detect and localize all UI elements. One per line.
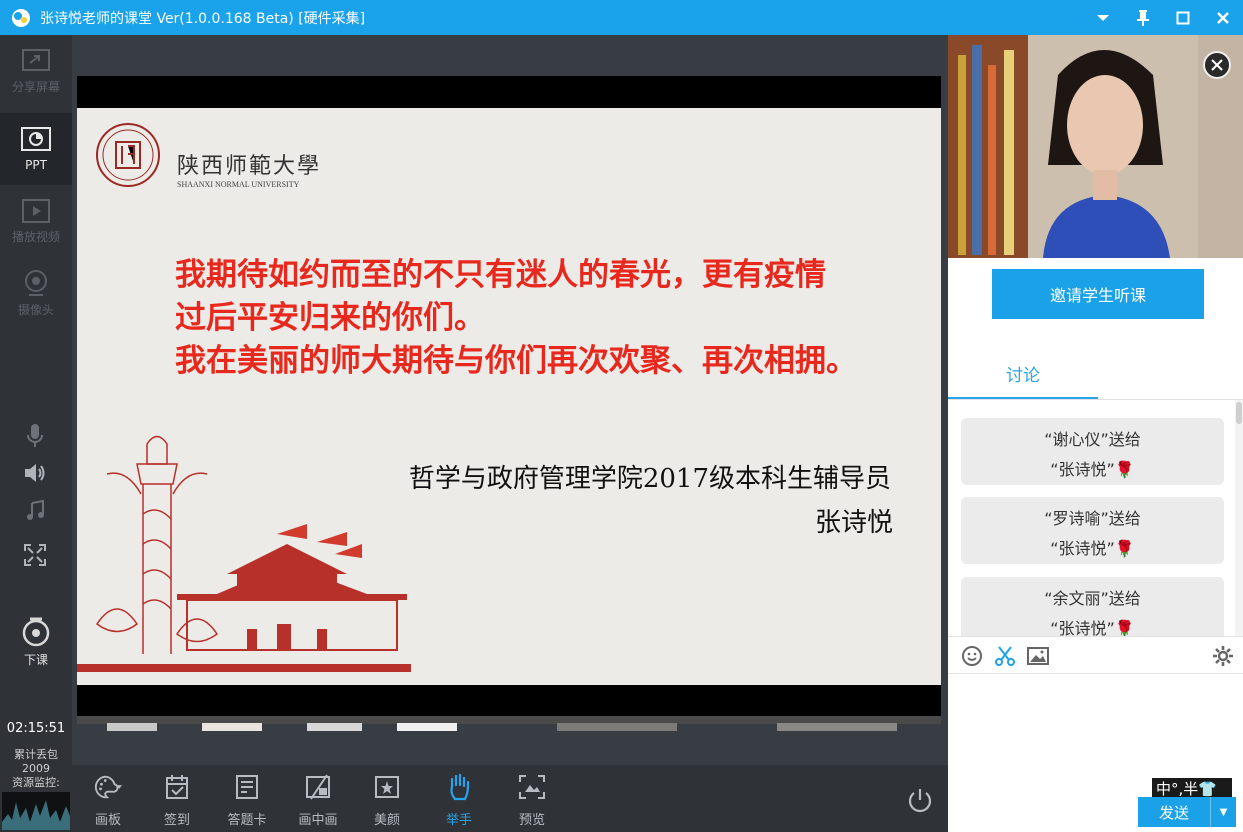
message-line: “罗诗喻”送给	[1044, 509, 1141, 528]
message-line: “张诗悦”🌹	[1050, 619, 1135, 636]
beauty-icon	[373, 773, 401, 801]
packet-loss-value: 2009	[22, 762, 50, 775]
close-icon[interactable]	[1203, 0, 1243, 35]
app-logo-icon	[10, 7, 32, 29]
speaker-icon[interactable]	[22, 460, 48, 486]
message-line: “张诗悦”🌹	[1050, 539, 1135, 558]
bottom-toolbar: 画板 签到 答题卡 画中画 美颜 举手 预览	[72, 765, 948, 832]
sidebar-item-play-video[interactable]: 播放视频	[0, 185, 72, 257]
quote-line: 我期待如约而至的不只有迷人的春光，更有疫情	[175, 257, 826, 293]
beauty-button[interactable]: 美颜	[357, 773, 417, 829]
camera-icon	[25, 269, 47, 296]
preview-button[interactable]: 预览	[502, 773, 562, 829]
tool-label: 答题卡	[227, 813, 267, 828]
image-icon[interactable]	[1026, 645, 1050, 667]
tool-label: 美颜	[373, 813, 400, 828]
checkin-icon	[163, 773, 191, 801]
share-screen-icon	[22, 48, 50, 71]
message-line: “余文丽”送给	[1044, 589, 1141, 608]
resource-monitor-graph	[2, 792, 70, 830]
emoji-icon[interactable]	[961, 645, 983, 667]
ppt-icon	[21, 127, 51, 151]
screenshot-scissors-icon[interactable]	[994, 645, 1016, 667]
play-video-icon	[22, 198, 50, 223]
sidebar-item-label: 摄像头	[17, 302, 54, 317]
university-logo: 陕西师範大學 SHAANXI NORMAL UNIVERSITY	[95, 122, 319, 192]
university-seal-icon	[96, 123, 160, 187]
tool-label: 签到	[163, 813, 190, 828]
teacher-camera-feed	[948, 35, 1243, 258]
close-icon	[1211, 59, 1223, 71]
raise-hand-button[interactable]: 举手	[429, 773, 489, 829]
preview-icon	[518, 773, 546, 801]
send-button[interactable]: 发送 ▼	[1138, 797, 1236, 827]
quote-line: 过后平安归来的你们。	[175, 300, 485, 336]
music-icon[interactable]	[22, 498, 48, 524]
end-class-button[interactable]: 下课	[0, 607, 72, 677]
settings-gear-icon[interactable]	[1212, 645, 1234, 667]
university-name-en: SHAANXI NORMAL UNIVERSITY	[177, 180, 300, 189]
tool-label: 画中画	[298, 813, 338, 828]
chat-message: “谢心仪”送给 “张诗悦”🌹	[961, 418, 1224, 485]
fullscreen-icon[interactable]	[22, 542, 48, 568]
maximize-icon[interactable]	[1163, 0, 1203, 35]
raise-hand-icon	[445, 773, 473, 801]
sidebar-item-label: 分享屏幕	[11, 79, 60, 94]
dropdown-icon[interactable]	[1083, 0, 1123, 35]
close-camera-button[interactable]	[1203, 51, 1231, 79]
microphone-icon[interactable]	[22, 423, 48, 449]
tool-label: 预览	[518, 813, 545, 828]
sidebar-item-share-screen[interactable]: 分享屏幕	[0, 35, 72, 107]
chat-scrollbar[interactable]	[1235, 400, 1243, 636]
slide-quote: 我期待如约而至的不只有迷人的春光，更有疫情 过后平安归来的你们。 我在美丽的师大…	[175, 254, 857, 383]
left-sidebar: 分享屏幕 PPT 播放视频 摄像头 下课 02:15:51 累计丢包 2009 …	[0, 35, 72, 832]
send-label: 发送	[1158, 803, 1189, 822]
university-name-cn: 陕西师範大學	[177, 154, 322, 179]
right-panel: 邀请学生听课 讨论 “谢心仪”送给 “张诗悦”🌹 “罗诗喻”送给 “张诗悦”🌹 …	[948, 35, 1243, 832]
tiananmen-illustration	[77, 435, 411, 672]
presentation-view: 陕西师範大學 SHAANXI NORMAL UNIVERSITY 我期待如约而至…	[77, 76, 941, 724]
end-class-label: 下课	[23, 652, 48, 667]
quote-line: 我在美丽的师大期待与你们再次欢聚、再次相拥。	[175, 343, 857, 379]
window-title: 张诗悦老师的课堂 Ver(1.0.0.168 Beta) [硬件采集]	[40, 10, 366, 27]
chat-toolbar	[948, 636, 1243, 674]
invite-students-button[interactable]: 邀请学生听课	[992, 269, 1204, 319]
power-icon[interactable]	[906, 787, 934, 815]
answer-card-icon	[233, 773, 261, 801]
sidebar-item-camera[interactable]: 摄像头	[0, 257, 72, 329]
message-line: “张诗悦”🌹	[1050, 460, 1135, 479]
sidebar-item-label: PPT	[25, 158, 47, 172]
end-class-icon	[22, 617, 50, 646]
chat-message: “罗诗喻”送给 “张诗悦”🌹	[961, 497, 1224, 564]
picture-in-picture-button[interactable]: 画中画	[288, 773, 348, 829]
message-line: “谢心仪”送给	[1044, 430, 1141, 449]
class-timer: 02:15:51	[6, 721, 66, 736]
signature-title: 哲学与政府管理学院2017级本科生辅导员	[408, 464, 891, 494]
title-bar: 张诗悦老师的课堂 Ver(1.0.0.168 Beta) [硬件采集]	[0, 0, 1243, 35]
checkin-button[interactable]: 签到	[147, 773, 207, 829]
pin-icon[interactable]	[1123, 0, 1163, 35]
preview-strip	[77, 716, 941, 731]
send-dropdown-icon[interactable]: ▼	[1210, 797, 1236, 827]
scrollbar-thumb[interactable]	[1236, 402, 1242, 424]
main-stage: 陕西师範大學 SHAANXI NORMAL UNIVERSITY 我期待如约而至…	[72, 35, 948, 765]
chat-message: “余文丽”送给 “张诗悦”🌹	[961, 577, 1224, 636]
tool-label: 举手	[445, 813, 472, 828]
palette-button[interactable]: 画板	[78, 773, 138, 829]
tab-discussion[interactable]: 讨论	[948, 358, 1098, 400]
tool-label: 画板	[94, 813, 121, 828]
signature-name: 张诗悦	[814, 508, 893, 538]
ppt-slide: 陕西师範大學 SHAANXI NORMAL UNIVERSITY 我期待如约而至…	[77, 108, 941, 685]
resource-monitor-label: 资源监控:	[12, 776, 60, 789]
chat-list[interactable]: “谢心仪”送给 “张诗悦”🌹 “罗诗喻”送给 “张诗悦”🌹 “余文丽”送给 “张…	[948, 400, 1243, 636]
palette-icon	[94, 773, 122, 801]
sidebar-item-label: 播放视频	[11, 229, 60, 244]
packet-loss-label: 累计丢包	[14, 748, 58, 761]
picture-in-picture-icon	[304, 773, 332, 801]
answer-card-button[interactable]: 答题卡	[217, 773, 277, 829]
sidebar-item-ppt[interactable]: PPT	[0, 113, 72, 185]
